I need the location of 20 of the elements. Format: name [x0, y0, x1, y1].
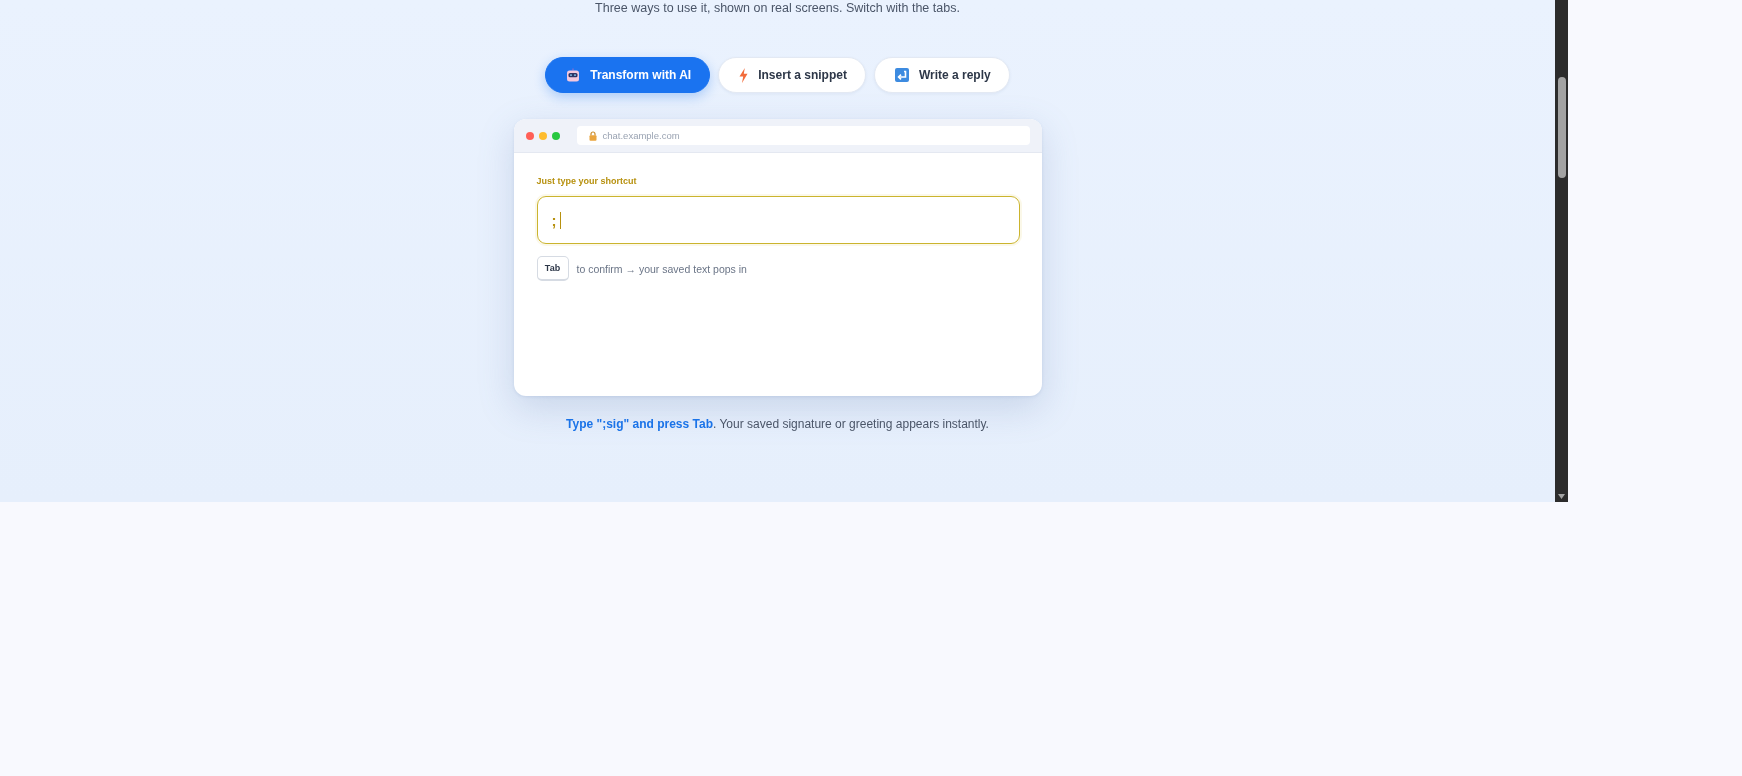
tab-key: Tab [536, 256, 569, 281]
tab[interactable]: Transform with AI [545, 57, 711, 93]
scrollbar-thumb[interactable] [1557, 77, 1566, 178]
hint-text: to confirm → your saved text pops in [576, 262, 747, 275]
subtitle-text: Three ways to use it, shown on real screens. Switch with the tabs. [595, 0, 960, 16]
robot-icon [566, 68, 581, 82]
tab[interactable]: Write a reply [873, 57, 1010, 93]
text-cursor-icon [559, 211, 561, 229]
address-bar[interactable]: chat.example.com [576, 126, 1030, 145]
window-dot-icon[interactable] [551, 131, 560, 140]
scrollbar[interactable] [1555, 0, 1568, 502]
caption-text: Type ";sig" and press Tab. Your saved signature or greeting appears instantly. [566, 416, 989, 432]
tab[interactable]: Insert a snippet [718, 57, 866, 93]
lightning-bolt-icon [739, 67, 749, 83]
scroll-down-arrow-icon[interactable] [1558, 494, 1565, 499]
window-dot-icon[interactable] [525, 131, 534, 140]
lock-icon [588, 130, 597, 141]
shortcut-input-field[interactable]: ; [536, 196, 1020, 244]
window-dot-icon[interactable] [538, 131, 547, 140]
field-label: Just type your shortcut [536, 175, 638, 187]
